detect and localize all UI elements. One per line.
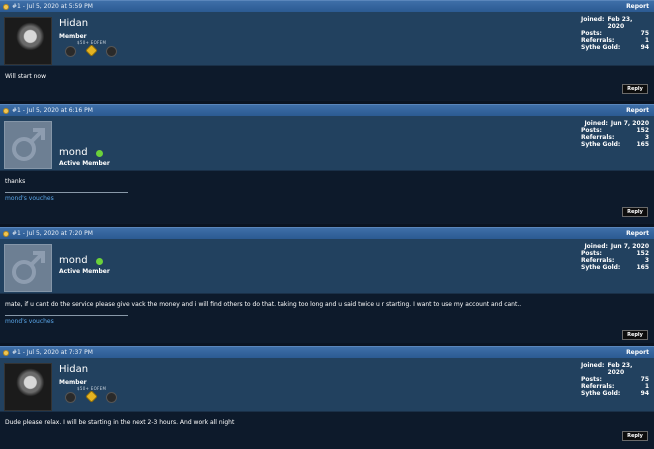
message-text: Dude please relax. I will be starting in… xyxy=(5,419,235,426)
vouches-link[interactable]: mond's vouches xyxy=(5,318,649,325)
reply-button[interactable]: Reply xyxy=(622,84,648,94)
gold-count: 94 xyxy=(640,44,649,51)
reply-button[interactable]: Reply xyxy=(622,207,648,217)
reply-button[interactable]: Reply xyxy=(622,330,648,340)
report-link[interactable]: Report xyxy=(626,107,649,114)
post-header: #1 - Jul 5, 2020 at 6:16 PM Report xyxy=(0,104,654,116)
post: #1 - Jul 5, 2020 at 7:20 PM Report mond … xyxy=(0,227,654,346)
online-status-icon xyxy=(96,258,103,265)
referral-count: 3 xyxy=(644,134,649,141)
signature-divider xyxy=(5,315,128,316)
default-male-avatar[interactable] xyxy=(4,121,52,169)
rune-badge-icon xyxy=(65,46,76,57)
user-stats: Joined: Feb 23, 2020 Posts: 75 Referrals: 1… xyxy=(581,16,649,51)
post: #1 - Jul 5, 2020 at 6:16 PM Report mond … xyxy=(0,104,654,223)
referral-count: 1 xyxy=(644,37,649,44)
user-info: Hidan Member $50+ EOFEM Joined: Feb 23, 2… xyxy=(0,358,654,412)
join-date: Feb 23, 2020 xyxy=(607,16,633,30)
message-text: Will start now xyxy=(5,73,46,80)
username[interactable]: mond xyxy=(59,255,88,266)
username[interactable]: Hidan xyxy=(59,364,88,375)
user-stats: Joined: Jun 7, 2020 Posts: 152 Referrals: 3… xyxy=(581,243,649,271)
user-stats: Joined: Feb 23, 2020 Posts: 75 Referrals: 1… xyxy=(581,362,649,397)
post-status-icon xyxy=(3,3,9,10)
post-count: 152 xyxy=(636,127,649,134)
post: #1 - Jul 5, 2020 at 5:59 PM Report Hidan… xyxy=(0,0,654,100)
post-status-icon xyxy=(3,107,9,114)
referral-count: 3 xyxy=(644,257,649,264)
message-body: Will start now Reply xyxy=(0,66,654,100)
rune-badge-icon xyxy=(106,392,117,403)
user-title: Active Member xyxy=(59,268,110,275)
user-stats: Joined: Jun 7, 2020 Posts: 152 Referrals: 3… xyxy=(581,120,649,148)
post-count: 75 xyxy=(640,376,649,383)
user-info: mond Active Member Joined: Jun 7, 2020 Po… xyxy=(0,239,654,294)
username[interactable]: Hidan xyxy=(59,18,88,29)
post-count: 75 xyxy=(640,30,649,37)
male-symbol-icon xyxy=(12,251,45,284)
hidan-avatar[interactable] xyxy=(4,363,52,411)
reply-button[interactable]: Reply xyxy=(622,431,648,441)
rune-badge-icon xyxy=(65,392,76,403)
join-date: Jun 7, 2020 xyxy=(610,120,649,127)
report-link[interactable]: Report xyxy=(626,349,649,356)
post-date: #1 - Jul 5, 2020 at 7:37 PM xyxy=(12,349,93,356)
referral-count: 1 xyxy=(644,383,649,390)
gold-count: 165 xyxy=(636,264,649,271)
gold-badge-icon xyxy=(85,44,98,57)
online-status-icon xyxy=(96,150,103,157)
gold-count: 94 xyxy=(640,390,649,397)
post-date: #1 - Jul 5, 2020 at 5:59 PM xyxy=(12,3,93,10)
user-info: mond Active Member Joined: Jun 7, 2020 Po… xyxy=(0,116,654,171)
gold-badge-icon xyxy=(85,390,98,403)
message-body: Dude please relax. I will be starting in… xyxy=(0,412,654,449)
default-male-avatar[interactable] xyxy=(4,244,52,292)
post-header: #1 - Jul 5, 2020 at 7:37 PM Report xyxy=(0,346,654,358)
post: #1 - Jul 5, 2020 at 7:37 PM Report Hidan… xyxy=(0,346,654,449)
user-title: Member xyxy=(59,33,87,40)
user-title: Active Member xyxy=(59,160,110,167)
report-link[interactable]: Report xyxy=(626,3,649,10)
gold-count: 165 xyxy=(636,141,649,148)
vouches-link[interactable]: mond's vouches xyxy=(5,195,649,202)
join-date: Jun 7, 2020 xyxy=(610,243,649,250)
post-date: #1 - Jul 5, 2020 at 6:16 PM xyxy=(12,107,93,114)
user-title: Member xyxy=(59,379,87,386)
post-date: #1 - Jul 5, 2020 at 7:20 PM xyxy=(12,230,93,237)
report-link[interactable]: Report xyxy=(626,230,649,237)
join-date: Feb 23, 2020 xyxy=(607,362,633,376)
post-header: #1 - Jul 5, 2020 at 7:20 PM Report xyxy=(0,227,654,239)
message-text: thanks xyxy=(5,178,26,185)
post-status-icon xyxy=(3,349,9,356)
message-text: mate, if u cant do the service please gi… xyxy=(5,301,522,308)
signature-divider xyxy=(5,192,128,193)
thread-posts: #1 - Jul 5, 2020 at 5:59 PM Report Hidan… xyxy=(0,0,654,449)
message-body: mate, if u cant do the service please gi… xyxy=(0,294,654,346)
message-body: thanks mond's vouches Reply xyxy=(0,171,654,223)
rune-badge-icon xyxy=(106,46,117,57)
hidan-avatar[interactable] xyxy=(4,17,52,65)
username[interactable]: mond xyxy=(59,147,88,158)
male-symbol-icon xyxy=(12,128,45,161)
post-count: 152 xyxy=(636,250,649,257)
user-info: Hidan Member $50+ EOFEM Joined: Feb 23, 2… xyxy=(0,12,654,66)
post-status-icon xyxy=(3,230,9,237)
post-header: #1 - Jul 5, 2020 at 5:59 PM Report xyxy=(0,0,654,12)
